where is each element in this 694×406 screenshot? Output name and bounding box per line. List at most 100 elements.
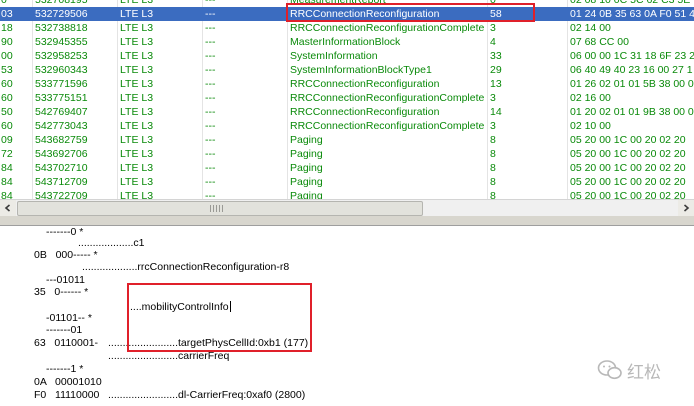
table-cell: 533771596 bbox=[35, 78, 88, 90]
table-cell: 532708195 bbox=[35, 0, 88, 6]
table-cell: 06 00 00 1C 31 18 6F 23 2 bbox=[570, 50, 694, 62]
table-cell: 60 bbox=[1, 78, 13, 90]
table-cell: LTE L3 bbox=[120, 22, 154, 34]
table-cell: LTE L3 bbox=[120, 36, 154, 48]
table-cell: --- bbox=[205, 8, 216, 20]
table-cell: 02 08 10 0C 5C 62 C3 5E bbox=[570, 0, 691, 6]
table-cell: 13 bbox=[490, 78, 502, 90]
table-cell: 18 bbox=[1, 22, 13, 34]
table-cell: 543702710 bbox=[35, 162, 88, 174]
table-cell: 14 bbox=[490, 106, 502, 118]
table-cell: RRCConnectionReconfigurationComplete bbox=[290, 92, 485, 104]
watermark-text: 红松 bbox=[627, 362, 661, 383]
scroll-left-button[interactable] bbox=[0, 200, 16, 216]
table-cell: --- bbox=[205, 22, 216, 34]
table-cell: --- bbox=[205, 0, 216, 6]
table-cell: 0 bbox=[1, 0, 7, 6]
table-cell: LTE L3 bbox=[120, 8, 154, 20]
table-cell: 543692706 bbox=[35, 148, 88, 160]
table-cell: 72 bbox=[1, 148, 13, 160]
table-row[interactable]: 60 533775151 LTE L3 --- RRCConnectionReconfi… bbox=[0, 91, 694, 105]
table-row[interactable]: 84 543712709 LTE L3 --- Paging 8 05 20 00 1C 0… bbox=[0, 175, 694, 189]
table-cell: 543712709 bbox=[35, 176, 88, 188]
table-cell: --- bbox=[205, 134, 216, 146]
table-cell: 05 20 00 1C 00 20 02 20 bbox=[570, 176, 686, 188]
table-cell: 542773043 bbox=[35, 120, 88, 132]
table-cell: 33 bbox=[490, 50, 502, 62]
table-cell: Paging bbox=[290, 148, 323, 160]
table-cell: 8 bbox=[490, 162, 496, 174]
table-cell: 05 20 00 1C 00 20 02 20 bbox=[570, 162, 686, 174]
table-cell: 84 bbox=[1, 162, 13, 174]
table-cell: --- bbox=[205, 64, 216, 76]
table-cell: --- bbox=[205, 120, 216, 132]
scroll-thumb[interactable] bbox=[17, 201, 423, 216]
table-cell: --- bbox=[205, 176, 216, 188]
table-cell: 532738818 bbox=[35, 22, 88, 34]
table-cell: LTE L3 bbox=[120, 190, 154, 199]
table-cell: 02 14 00 bbox=[570, 22, 611, 34]
table-cell: 543722709 bbox=[35, 190, 88, 199]
table-cell: 533775151 bbox=[35, 92, 88, 104]
table-cell: 02 16 00 bbox=[570, 92, 611, 104]
table-row[interactable]: 84 543702710 LTE L3 --- Paging 8 05 20 00 1C 0… bbox=[0, 161, 694, 175]
decode-line: -01101-- * bbox=[46, 312, 92, 324]
table-cell: RRCConnectionReconfiguration bbox=[290, 106, 440, 118]
table-cell: 8 bbox=[490, 176, 496, 188]
table-cell: RRCConnectionReconfiguration bbox=[290, 78, 440, 90]
decode-panel: -------0 * ...................c1 0B 000-… bbox=[0, 226, 694, 406]
decode-line: -------1 * bbox=[46, 363, 84, 375]
scroll-right-button[interactable] bbox=[678, 200, 694, 216]
table-cell: --- bbox=[205, 78, 216, 90]
horizontal-scrollbar[interactable] bbox=[0, 199, 694, 216]
table-cell: 84 bbox=[1, 176, 13, 188]
table-cell: LTE L3 bbox=[120, 106, 154, 118]
table-row[interactable]: 09 543682759 LTE L3 --- Paging 8 05 20 00 1C 0… bbox=[0, 133, 694, 147]
table-row[interactable]: 84 543722709 LTE L3 --- Paging 8 05 20 00 1C 0… bbox=[0, 189, 694, 199]
table-cell: 84 bbox=[1, 190, 13, 199]
table-cell: 09 bbox=[1, 134, 13, 146]
table-cell: 543682759 bbox=[35, 134, 88, 146]
table-row[interactable]: 00 532958253 LTE L3 --- SystemInformation 33 0… bbox=[0, 49, 694, 63]
table-row[interactable]: 53 532960343 LTE L3 --- SystemInformationBlo… bbox=[0, 63, 694, 77]
table-row[interactable]: 60 542773043 LTE L3 --- RRCConnectionReconfi… bbox=[0, 119, 694, 133]
table-cell: 50 bbox=[1, 106, 13, 118]
table-cell: Paging bbox=[290, 162, 323, 174]
table-cell: RRCConnectionReconfigurationComplete bbox=[290, 22, 485, 34]
decode-line: 0B 000----- * bbox=[34, 249, 98, 261]
table-cell: RRCConnectionReconfigurationComplete bbox=[290, 120, 485, 132]
decode-line: ........................dl-CarrierFreq:0… bbox=[108, 389, 306, 401]
table-row[interactable]: 72 543692706 LTE L3 --- Paging 8 05 20 00 1C 0… bbox=[0, 147, 694, 161]
table-row[interactable]: 90 532945355 LTE L3 --- MasterInformationBlo… bbox=[0, 35, 694, 49]
panel-splitter[interactable] bbox=[0, 216, 694, 226]
table-cell: 3 bbox=[490, 92, 496, 104]
message-list[interactable]: 0 532708195 LTE L3 --- MeasurementReport 0 02 … bbox=[0, 0, 694, 199]
table-cell: --- bbox=[205, 50, 216, 62]
table-row[interactable]: 60 533771596 LTE L3 --- RRCConnectionReconfi… bbox=[0, 77, 694, 91]
table-row[interactable]: 50 542769407 LTE L3 --- RRCConnectionReconfi… bbox=[0, 105, 694, 119]
table-cell: Paging bbox=[290, 176, 323, 188]
table-cell: MasterInformationBlock bbox=[290, 36, 401, 48]
table-cell: LTE L3 bbox=[120, 92, 154, 104]
table-cell: LTE L3 bbox=[120, 78, 154, 90]
annotation-box-message bbox=[286, 3, 535, 22]
table-cell: LTE L3 bbox=[120, 64, 154, 76]
table-cell: LTE L3 bbox=[120, 176, 154, 188]
table-cell: 3 bbox=[490, 120, 496, 132]
decode-line: -------01 bbox=[46, 324, 83, 336]
table-cell: 60 bbox=[1, 120, 13, 132]
table-cell: SystemInformation bbox=[290, 50, 378, 62]
decode-line: ---01011 bbox=[46, 274, 85, 286]
decode-line: F0 11110000 bbox=[34, 389, 100, 401]
table-cell: Paging bbox=[290, 190, 323, 199]
arrow-left-icon bbox=[4, 204, 11, 212]
table-cell: 532729506 bbox=[35, 8, 88, 20]
table-cell: 03 bbox=[1, 8, 13, 20]
table-cell: 532945355 bbox=[35, 36, 88, 48]
decode-line: 63 0110001- bbox=[34, 337, 99, 349]
table-row[interactable]: 18 532738818 LTE L3 --- RRCConnectionReconfi… bbox=[0, 21, 694, 35]
table-cell: LTE L3 bbox=[120, 134, 154, 146]
table-cell: 8 bbox=[490, 134, 496, 146]
table-cell: 8 bbox=[490, 148, 496, 160]
table-cell: 8 bbox=[490, 190, 496, 199]
